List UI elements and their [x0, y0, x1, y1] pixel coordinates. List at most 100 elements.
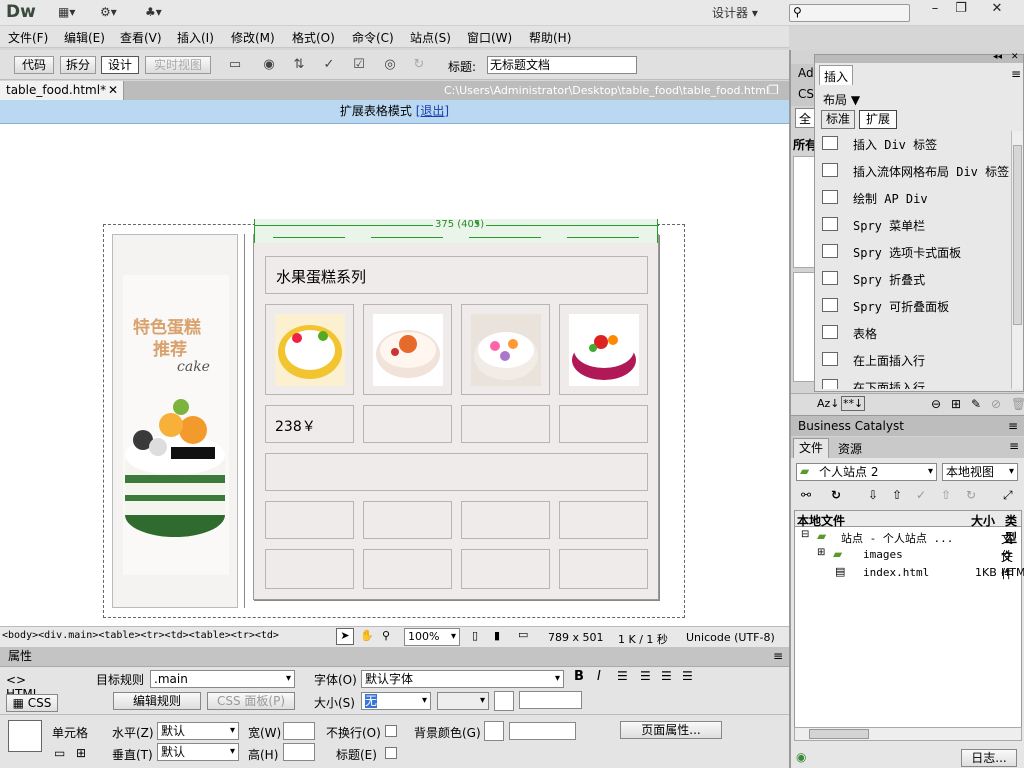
menu-help[interactable]: 帮助(H)	[529, 29, 571, 46]
file-row-index[interactable]: ▤ index.html 1KB HTM	[795, 564, 1024, 582]
multiscreen-icon[interactable]: ▭	[226, 57, 244, 73]
font-select[interactable]: 默认字体	[361, 670, 564, 688]
checkout-icon[interactable]: ✓	[916, 488, 926, 502]
css-panel-tab[interactable]: CS	[791, 84, 815, 106]
file-management-icon[interactable]: ⇅	[290, 57, 308, 73]
align-right-icon[interactable]: ☰	[661, 669, 672, 683]
size-unit-select[interactable]	[437, 692, 489, 710]
desktop-size-icon[interactable]: ▭	[518, 628, 528, 641]
site-select[interactable]: 个人站点 2	[796, 463, 937, 481]
disable-icon[interactable]: ⊘	[991, 397, 1001, 411]
table-cell[interactable]	[461, 405, 550, 443]
menu-command[interactable]: 命令(C)	[352, 29, 394, 46]
preview-browser-icon[interactable]: ◉	[260, 57, 278, 73]
horizontal-select[interactable]: 默认	[157, 722, 239, 740]
hand-tool-icon[interactable]: ✋	[360, 629, 374, 642]
search-input[interactable]: ⚲	[789, 4, 910, 22]
tag-selector[interactable]: <body><div.main><table><tr><td><table><t…	[2, 630, 279, 641]
table-cell[interactable]	[559, 549, 648, 589]
get-files-icon[interactable]: ⇩	[868, 488, 878, 502]
bgcolor-swatch[interactable]	[484, 721, 504, 741]
table-cell[interactable]	[265, 549, 354, 589]
hscroll-thumb[interactable]	[809, 729, 869, 739]
css-mode-button[interactable]: ▦ CSS	[6, 694, 58, 712]
panel-menu-icon[interactable]: ≡	[773, 647, 783, 666]
close-window-button[interactable]: ✕	[982, 1, 1012, 19]
tablet-size-icon[interactable]: ▮	[494, 629, 500, 642]
html-mode-button[interactable]: <> HTML	[6, 673, 60, 701]
table-cell[interactable]	[461, 501, 550, 539]
design-view-button[interactable]: 设计	[101, 56, 139, 74]
insert-div-item[interactable]: 插入 Div 标签	[815, 131, 1010, 158]
insert-panel-grip[interactable]: ◂◂ ✕	[815, 52, 1023, 63]
trash-icon[interactable]: 🗑	[1011, 397, 1024, 411]
mobile-size-icon[interactable]: ▯	[472, 629, 478, 642]
adobe-panel-tab[interactable]: Ad	[791, 64, 815, 84]
menu-insert[interactable]: 插入(I)	[177, 29, 214, 46]
cake-cell-2[interactable]	[363, 304, 452, 395]
workspace-switcher[interactable]: 设计器 ▾	[712, 4, 758, 21]
menu-file[interactable]: 文件(F)	[8, 29, 48, 46]
justify-icon[interactable]: ☰	[682, 669, 693, 683]
italic-button[interactable]: I	[597, 669, 601, 684]
restore-button[interactable]: ❐	[946, 1, 976, 19]
expand-toggle-icon[interactable]: ⊞	[817, 547, 825, 558]
code-view-button[interactable]: 代码	[14, 56, 54, 74]
height-input[interactable]	[283, 743, 315, 761]
size-select[interactable]: 无	[361, 692, 431, 710]
nowrap-checkbox[interactable]	[385, 725, 397, 737]
table-cell[interactable]	[461, 549, 550, 589]
sort-az-icon[interactable]: Az↓	[817, 397, 840, 410]
assets-tab[interactable]: 资源	[831, 440, 869, 457]
menu-site[interactable]: 站点(S)	[410, 29, 451, 46]
width-input[interactable]	[283, 722, 315, 740]
properties-header[interactable]: 属性 ≡	[0, 647, 789, 667]
edit-rule-button[interactable]: 编辑规则	[113, 692, 201, 710]
insert-row-above-item[interactable]: 在上面插入行	[815, 347, 1010, 374]
insert-row-below-item[interactable]: 在下面插入行	[815, 374, 1010, 389]
title-input[interactable]: 无标题文档	[487, 56, 637, 74]
files-hscrollbar[interactable]	[794, 727, 1022, 741]
attach-style-icon[interactable]: ⊖	[931, 397, 941, 411]
zoom-tool-icon[interactable]: ⚲	[382, 629, 390, 642]
refresh-icon[interactable]: ↻	[410, 57, 428, 73]
refresh-files-icon[interactable]: ↻	[831, 488, 841, 502]
split-view-button[interactable]: 拆分	[60, 56, 96, 74]
select-tool-icon[interactable]: ➤	[336, 628, 354, 645]
close-tab-icon[interactable]: ✕	[108, 81, 118, 99]
table-cell[interactable]	[363, 549, 452, 589]
design-canvas[interactable]: 特色蛋糕 推荐 cake 375 (405) ▾ 水果蛋糕系列 238￥	[0, 124, 789, 626]
insert-scrollbar[interactable]	[1011, 131, 1023, 389]
set-props-icon[interactable]: **↓	[841, 396, 866, 411]
header-checkbox[interactable]	[385, 747, 397, 759]
cake-cell-1[interactable]	[265, 304, 354, 395]
cake-cell-3[interactable]	[461, 304, 550, 395]
document-tab[interactable]: table_food.html* ✕	[0, 81, 124, 100]
w3c-validation-icon[interactable]: ✓	[320, 57, 338, 73]
checkin-icon[interactable]: ⇧	[941, 488, 951, 502]
text-color-swatch[interactable]	[494, 691, 514, 711]
table-cell[interactable]	[363, 501, 452, 539]
heading-cell[interactable]: 水果蛋糕系列	[265, 256, 648, 294]
visual-aids-icon[interactable]: ◎	[381, 57, 399, 73]
menu-window[interactable]: 窗口(W)	[467, 29, 512, 46]
spry-accordion-item[interactable]: Spry 折叠式	[815, 266, 1010, 293]
css-panel-button[interactable]: CSS 面板(P)	[207, 692, 295, 710]
menu-modify[interactable]: 修改(M)	[231, 29, 275, 46]
restore-doc-icon[interactable]: ❐	[768, 83, 779, 97]
edit-style-icon[interactable]: ✎	[971, 397, 981, 411]
site-icon[interactable]: ♣▾	[145, 5, 162, 21]
draw-ap-div-item[interactable]: 绘制 AP Div	[815, 185, 1010, 212]
bgcolor-input[interactable]	[509, 722, 576, 740]
check-browser-icon[interactable]: ☑	[350, 57, 368, 73]
table-width-indicator[interactable]: 375 (405) ▾	[254, 219, 659, 243]
vertical-select[interactable]: 默认	[157, 743, 239, 761]
log-button[interactable]: 日志...	[961, 749, 1017, 767]
target-rule-select[interactable]: .main	[150, 670, 295, 688]
category-select[interactable]: 布局 ▼	[823, 91, 860, 108]
new-rule-icon[interactable]: ⊞	[951, 397, 961, 411]
insert-menu-icon[interactable]: ≡	[1011, 67, 1021, 81]
exit-expanded-link[interactable]: [退出]	[416, 104, 449, 118]
price-cell[interactable]: 238￥	[265, 405, 354, 443]
menu-format[interactable]: 格式(O)	[292, 29, 335, 46]
